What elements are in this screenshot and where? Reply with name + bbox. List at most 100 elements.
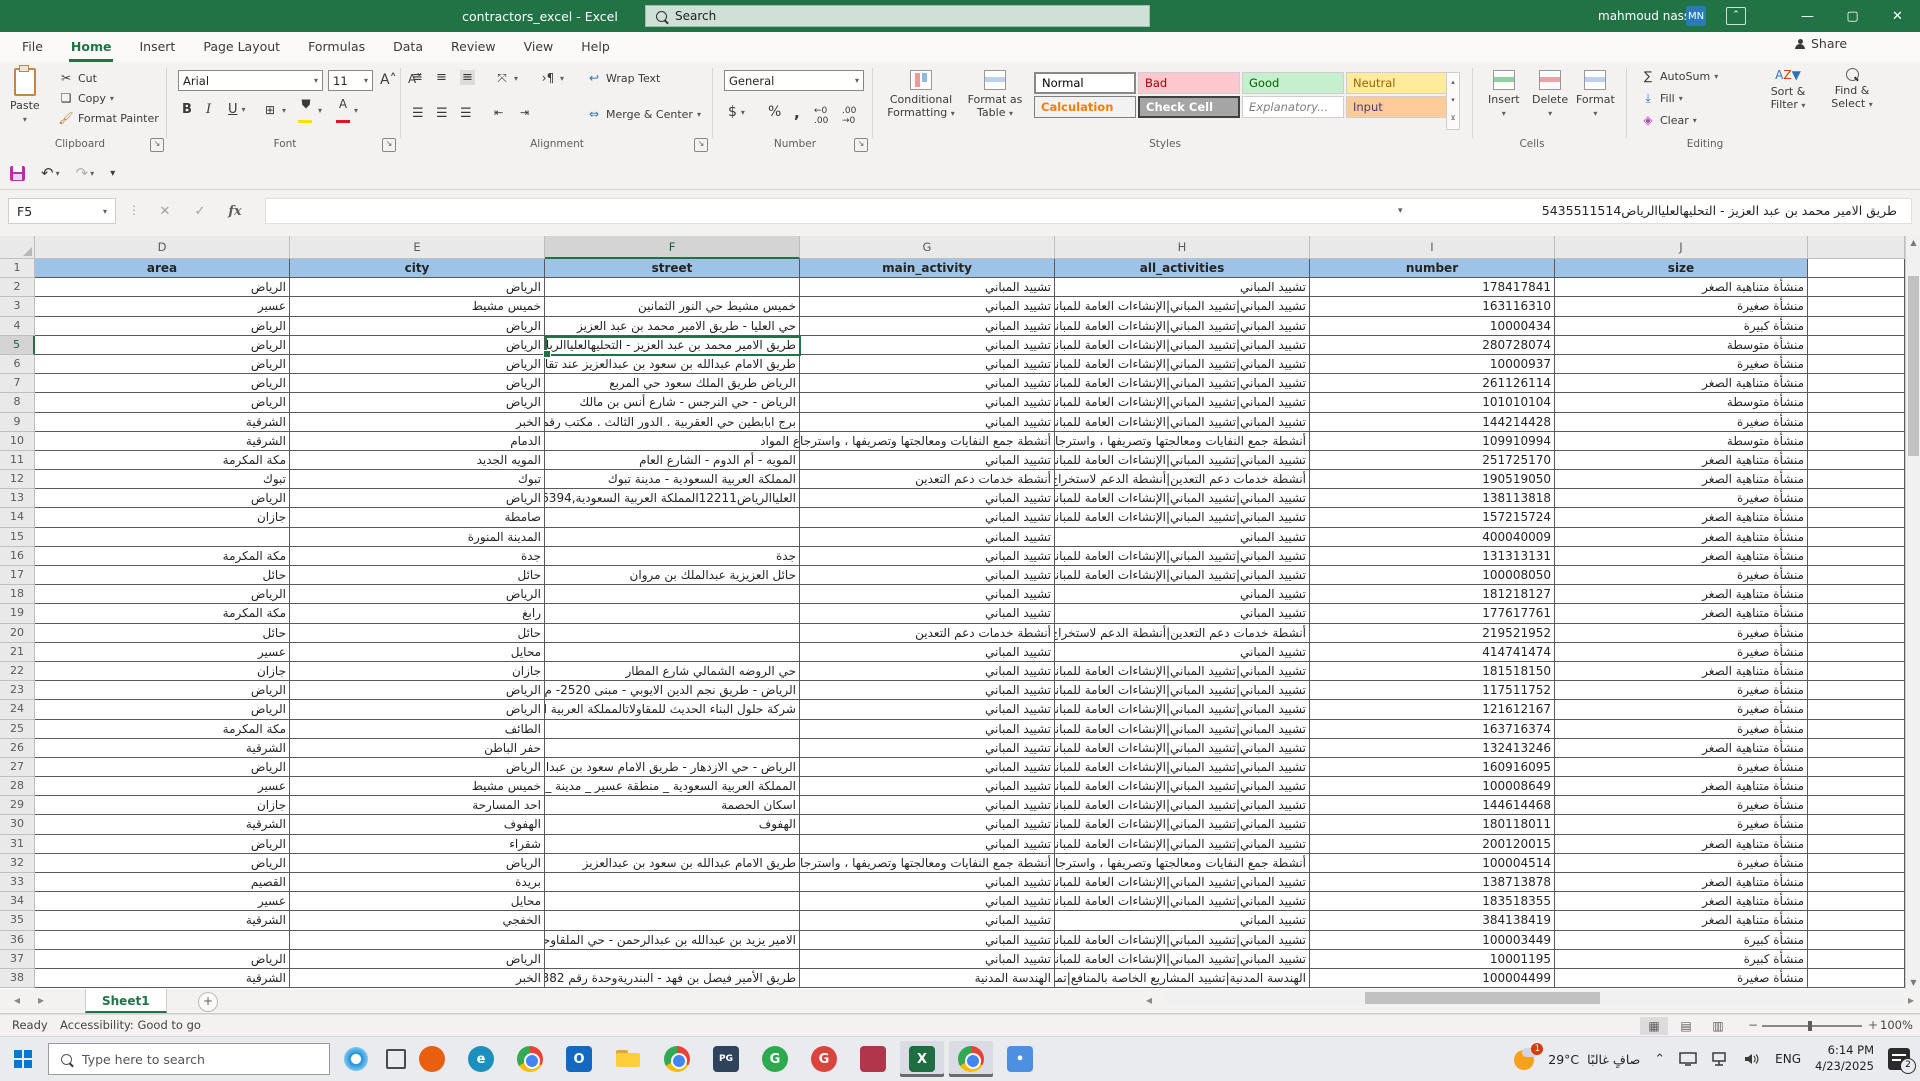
cell[interactable]	[1808, 585, 1905, 604]
cell[interactable]: الخفجي	[290, 911, 545, 930]
cell[interactable]: حائل	[290, 566, 545, 585]
cell[interactable]: منشأة متناهية الصغر	[1555, 835, 1808, 854]
row-header-27[interactable]: 27	[0, 758, 35, 777]
cell[interactable]: تشييد المباني|تشييد المباني|الإنشاءات ال…	[1055, 413, 1310, 432]
row-header-19[interactable]: 19	[0, 604, 35, 623]
cell[interactable]: تشييد المباني|تشييد المباني|الإنشاءات ال…	[1055, 777, 1310, 796]
row-header-31[interactable]: 31	[0, 835, 35, 854]
cell[interactable]	[545, 278, 800, 297]
cell[interactable]	[545, 643, 800, 662]
cell[interactable]: منشأة صغيرة	[1555, 758, 1808, 777]
cell[interactable]: تشييد المباني|تشييد المباني|الإنشاءات ال…	[1055, 892, 1310, 911]
cell[interactable]	[1808, 720, 1905, 739]
horizontal-scroll-thumb[interactable]	[1365, 992, 1600, 1004]
fill-color-button[interactable]: ⛊▾	[298, 98, 322, 123]
cell[interactable]: الشرقية	[35, 815, 290, 834]
cell[interactable]: حائل	[35, 566, 290, 585]
header-cell-main_activity[interactable]: main_activity	[800, 259, 1055, 278]
cell[interactable]: عسير	[35, 777, 290, 796]
name-box[interactable]: F5▾	[8, 198, 116, 224]
cell[interactable]: طريق الامام عبدالله بن سعود بن عبدالعزيز	[545, 854, 800, 873]
cell[interactable]: تشييد المباني|تشييد المباني|الإنشاءات ال…	[1055, 700, 1310, 719]
sheet-nav-prev-icon[interactable]: ◂	[14, 993, 20, 1007]
cell[interactable]: 109910994	[1310, 432, 1555, 451]
cell[interactable]: منشأة صغيرة	[1555, 624, 1808, 643]
sort-filter-button[interactable]: AZ▼Sort & Filter ▾	[1760, 68, 1816, 111]
cell[interactable]: 138113818	[1310, 489, 1555, 508]
cell[interactable]: 144614468	[1310, 796, 1555, 815]
cell[interactable]	[1808, 739, 1905, 758]
task-view-icon[interactable]	[386, 1049, 406, 1069]
cell[interactable]	[1808, 796, 1905, 815]
comma-style-button[interactable]: ,	[794, 104, 800, 122]
cell[interactable]: تشييد المباني|تشييد المباني|الإنشاءات ال…	[1055, 489, 1310, 508]
cell[interactable]: تشييد المباني	[800, 566, 1055, 585]
cell[interactable]	[1808, 413, 1905, 432]
grow-font-button[interactable]: A˄	[380, 72, 397, 88]
font-size-select[interactable]: 11▾	[328, 70, 373, 91]
copy-button[interactable]: ❏Copy▾	[58, 90, 114, 106]
cell[interactable]: جدة	[290, 547, 545, 566]
cell[interactable]: منشأة متناهية الصغر	[1555, 585, 1808, 604]
cell[interactable]: منشأة صغيرة	[1555, 796, 1808, 815]
cell[interactable]: صامطة	[290, 508, 545, 527]
cell-style-input[interactable]: Input	[1346, 96, 1448, 118]
cell[interactable]: 219521952	[1310, 624, 1555, 643]
cell[interactable]: حائل	[290, 624, 545, 643]
cell[interactable]: تشييد المباني	[1055, 643, 1310, 662]
cell[interactable]: منشأة صغيرة	[1555, 297, 1808, 316]
row-header-20[interactable]: 20	[0, 624, 35, 643]
row-header-30[interactable]: 30	[0, 815, 35, 834]
cell[interactable]: جازان	[35, 508, 290, 527]
cell[interactable]: خميس مشيط حي النور الثمانين	[545, 297, 800, 316]
column-header-F[interactable]: F	[545, 236, 800, 259]
taskbar-app-photos[interactable]: •	[998, 1041, 1042, 1077]
cell-style-check-cell[interactable]: Check Cell	[1138, 96, 1240, 118]
cell[interactable]: طريق الامام عبدالله بن سعود بن عبدالعزيز…	[545, 355, 800, 374]
merge-center-button[interactable]: ⇔Merge & Center▾	[586, 106, 701, 122]
cell[interactable]: شركة حلول البناء الحديث للمقاولاتالمملكة…	[545, 700, 800, 719]
cell[interactable]	[545, 508, 800, 527]
cell[interactable]: تشييد المباني	[800, 720, 1055, 739]
orientation-button[interactable]: ⤧▾	[494, 70, 518, 86]
cell[interactable]: 157215724	[1310, 508, 1555, 527]
row-header-1[interactable]: 1	[0, 259, 35, 278]
sheet-tab-sheet1[interactable]: Sheet1	[85, 989, 167, 1013]
cell[interactable]: تشييد المباني	[800, 374, 1055, 393]
row-header-33[interactable]: 33	[0, 873, 35, 892]
accounting-format-button[interactable]: $ ▾	[728, 104, 745, 120]
tab-page-layout[interactable]: Page Layout	[189, 32, 294, 62]
cell[interactable]: تشييد المباني	[1055, 528, 1310, 547]
row-header-10[interactable]: 10	[0, 432, 35, 451]
alignment-dialog-launcher[interactable]: ↘	[694, 138, 708, 152]
cell[interactable]: 183518355	[1310, 892, 1555, 911]
close-button[interactable]: ✕	[1875, 0, 1920, 32]
cell[interactable]: أنشطة خدمات دعم التعدين	[800, 470, 1055, 489]
fill-handle[interactable]	[543, 350, 551, 358]
cell[interactable]: أنشطة جمع النفايات ومعالجتها وتصريفها ، …	[800, 432, 1055, 451]
cell[interactable]: تشييد المباني	[800, 508, 1055, 527]
cell[interactable]: 181218127	[1310, 585, 1555, 604]
maximize-button[interactable]: ▢	[1830, 0, 1875, 32]
cell[interactable]	[1808, 547, 1905, 566]
cell[interactable]: الامير يزيد بن عبدالله بن عبدالرحمن - حي…	[545, 931, 800, 950]
cell[interactable]: تشييد المباني	[800, 528, 1055, 547]
row-header-28[interactable]: 28	[0, 777, 35, 796]
row-header-25[interactable]: 25	[0, 720, 35, 739]
cell[interactable]	[1808, 969, 1905, 988]
cell[interactable]	[545, 892, 800, 911]
clock[interactable]: 6:14 PM 4/23/2025	[1815, 1043, 1874, 1074]
cell[interactable]: تشييد المباني	[800, 835, 1055, 854]
cell[interactable]: منشأة متناهية الصغر	[1555, 508, 1808, 527]
row-header-16[interactable]: 16	[0, 547, 35, 566]
cell[interactable]: الرياض	[290, 681, 545, 700]
row-header-12[interactable]: 12	[0, 470, 35, 489]
cell[interactable]: منشأة كبيرة	[1555, 317, 1808, 336]
align-middle-button[interactable]: ≡	[436, 70, 447, 85]
format-painter-button[interactable]: 🖌Format Painter	[58, 110, 159, 126]
save-icon[interactable]	[10, 166, 25, 181]
tray-expand-icon[interactable]: ⌃	[1654, 1052, 1665, 1067]
cell[interactable]: منشأة صغيرة	[1555, 566, 1808, 585]
redo-button[interactable]: ↷▾	[76, 164, 95, 182]
cell[interactable]: الرياض	[290, 393, 545, 412]
